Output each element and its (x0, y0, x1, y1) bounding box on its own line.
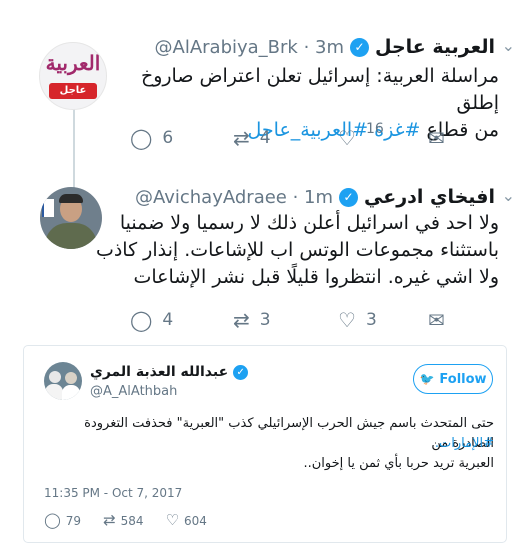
card-timestamp[interactable]: 11:35 PM - Oct 7, 2017 (44, 486, 182, 500)
tweet1-actions: ◯ 6 ⇄ 4 ♡ 16 ✉ (130, 121, 445, 150)
like-button[interactable]: ♡ 3 (338, 310, 428, 330)
alarabiya-logo: العربية (45, 51, 101, 75)
tweet2-author-name[interactable]: افيخاي ادرعي (364, 186, 495, 208)
retweet-button[interactable]: ⇄ 4 (233, 128, 338, 148)
like-button[interactable]: ♡ 604 (166, 513, 207, 528)
retweet-arrows-icon: ⇄ (233, 126, 250, 150)
flag-shape (42, 199, 54, 217)
envelope-icon: ✉ (428, 126, 445, 150)
heart-icon: ♡ (165, 511, 180, 529)
card-hashtag[interactable]: #الإمارات. (435, 436, 494, 451)
verified-badge-icon: ✓ (339, 187, 359, 207)
tweet1-author-name[interactable]: العربية عاجل (375, 36, 495, 58)
breaking-badge: عاجل (49, 83, 97, 99)
tweet1-handle[interactable]: @AlArabiya_Brk · 3m (155, 37, 345, 58)
heart-icon: ♡ (338, 308, 356, 332)
tweet2-handle[interactable]: @AvichayAdraee · 1m (135, 187, 333, 208)
tweet2-text-line1: ولا احد في اسرائيل أعلن ذلك لا رسميا ولا… (119, 212, 499, 234)
tweet1-text-line1: مراسلة العربية: إسرائيل تعلن اعتراض صارو… (140, 65, 499, 114)
chevron-down-icon[interactable]: ⌄ (502, 186, 515, 205)
chevron-down-icon[interactable]: ⌄ (502, 36, 515, 55)
heart-icon: ♡ (338, 126, 356, 150)
speech-bubble-icon: ◯ (130, 308, 153, 332)
alathbah-avatar[interactable] (44, 362, 82, 400)
tweet2-text: ولا احد في اسرائيل أعلن ذلك لا رسميا ولا… (79, 210, 499, 291)
follow-label: Follow (439, 371, 487, 387)
thread-connector-line (73, 108, 75, 190)
retweet-count: 4 (259, 128, 271, 148)
avatar-figure-left (45, 384, 63, 400)
card-handle[interactable]: @A_AlAthbah (90, 384, 177, 399)
dm-button[interactable]: ✉ (428, 128, 445, 148)
twitter-bird-icon: 🐦 (419, 372, 435, 386)
verified-badge-icon: ✓ (233, 364, 249, 380)
embedded-thread: العربية عاجل @AlArabiya_Brk · 3m ✓ العرب… (0, 0, 529, 348)
embedded-tweet-card: ✓ عبدالله العذبة المري @A_AlAthbah 🐦 Fol… (23, 345, 507, 543)
reply-count: 4 (162, 310, 174, 330)
tweet1-header: @AlArabiya_Brk · 3m ✓ العربية عاجل (155, 34, 495, 60)
card-text-line2: #الإمارات. (44, 434, 494, 454)
retweet-count: 584 (120, 513, 144, 528)
reply-count: 6 (162, 128, 174, 148)
avatar-face-right (65, 372, 77, 384)
card-author[interactable]: ✓ عبدالله العذبة المري (90, 364, 249, 380)
speech-bubble-icon: ◯ (44, 511, 61, 529)
tweet2-text-line3: ولا اشي غيره. انتظروا قليلًا قبل نشر الإ… (133, 266, 500, 288)
like-button[interactable]: ♡ 16 (338, 121, 428, 150)
like-count: 3 (365, 310, 377, 330)
tweet2-actions: ◯ 4 ⇄ 3 ♡ 3 ✉ (130, 310, 445, 330)
like-count: 16 (365, 121, 384, 137)
like-count: 604 (184, 513, 207, 528)
alarabiya-avatar[interactable]: العربية عاجل (39, 42, 107, 110)
reply-button[interactable]: ◯ 4 (130, 310, 233, 330)
retweet-count: 3 (259, 310, 271, 330)
tweet2-text-line2: باستثناء مجموعات الوتس اب للإشاعات. إنذا… (95, 239, 499, 261)
card-text-line3: العبرية تريد حربا بأي ثمن يا إخوان.. (303, 456, 495, 471)
reply-button[interactable]: ◯ 79 (44, 513, 81, 528)
dm-button[interactable]: ✉ (428, 310, 445, 330)
tweet2-header: @AvichayAdraee · 1m ✓ افيخاي ادرعي (135, 184, 495, 210)
avatar-figure-right (62, 385, 80, 400)
reply-button[interactable]: ◯ 6 (130, 128, 233, 148)
envelope-icon: ✉ (428, 308, 445, 332)
reply-count: 79 (65, 513, 82, 528)
card-actions: ◯ 79 ⇄ 584 ♡ 604 (44, 513, 207, 528)
avatar-hair (59, 194, 83, 203)
retweet-arrows-icon: ⇄ (233, 308, 250, 332)
retweet-arrows-icon: ⇄ (103, 511, 116, 529)
retweet-button[interactable]: ⇄ 3 (233, 310, 338, 330)
speech-bubble-icon: ◯ (130, 126, 153, 150)
card-author-name[interactable]: عبدالله العذبة المري (90, 364, 228, 380)
retweet-button[interactable]: ⇄ 584 (103, 513, 143, 528)
follow-button[interactable]: 🐦 Follow (413, 364, 493, 394)
verified-badge-icon: ✓ (350, 37, 370, 57)
avatar-face-left (49, 371, 61, 383)
